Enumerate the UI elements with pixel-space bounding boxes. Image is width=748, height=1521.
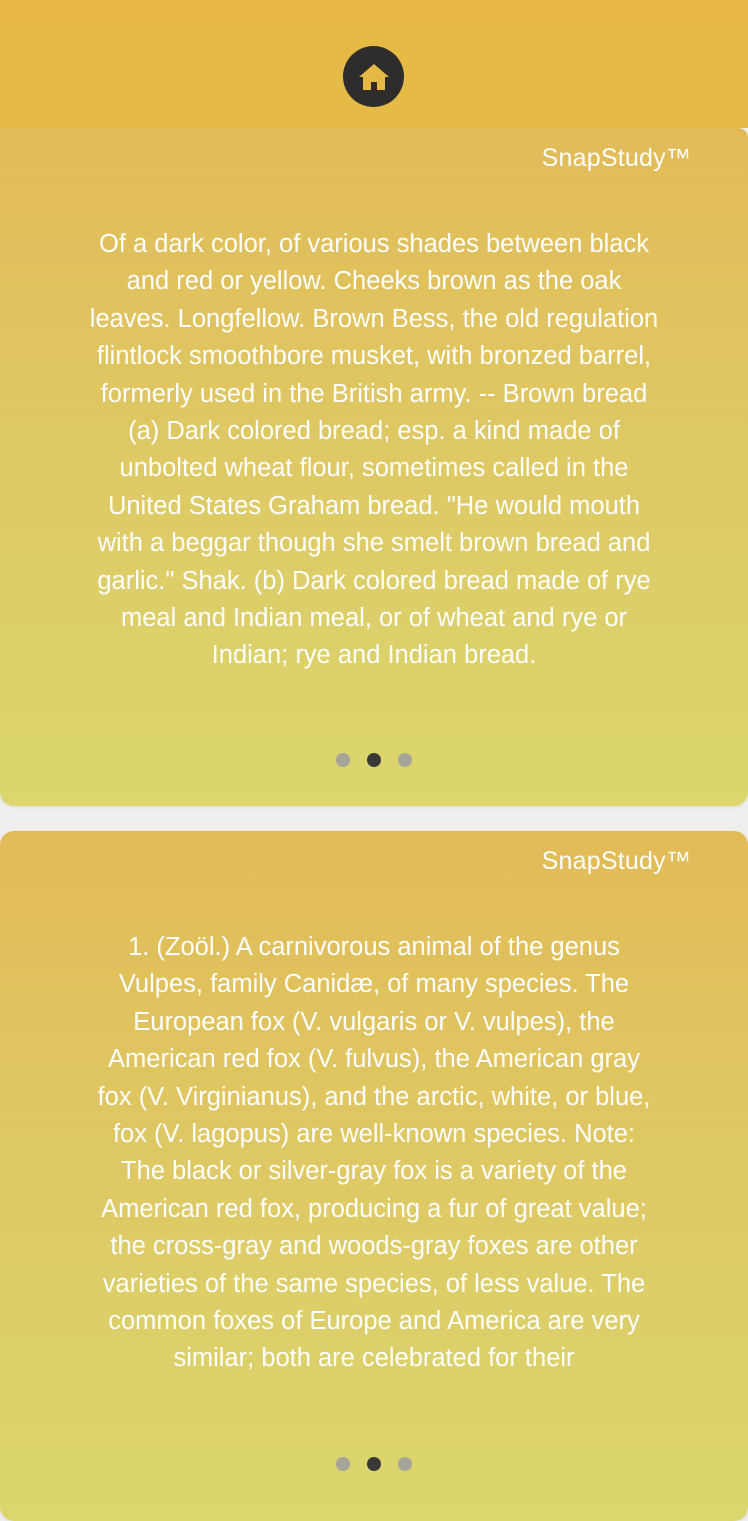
page-dot[interactable] — [398, 1457, 412, 1471]
page-dot[interactable] — [336, 1457, 350, 1471]
page-indicator — [0, 1457, 748, 1471]
study-card[interactable]: SnapStudy™ 1. (Zoöl.) A carnivorous anim… — [0, 831, 748, 1521]
study-card[interactable]: SnapStudy™ Of a dark color, of various s… — [0, 128, 748, 806]
card-definition-text: 1. (Zoöl.) A carnivorous animal of the g… — [97, 933, 651, 1373]
home-button[interactable] — [343, 46, 404, 107]
page-dot[interactable] — [398, 753, 412, 767]
page-dot-active[interactable] — [367, 753, 381, 767]
brand-label: SnapStudy™ — [541, 144, 691, 172]
page-indicator — [0, 753, 748, 767]
card-definition-text: Of a dark color, of various shades betwe… — [89, 230, 659, 670]
brand-label: SnapStudy™ — [541, 847, 691, 875]
app-header — [0, 0, 748, 128]
page-dot-active[interactable] — [367, 1457, 381, 1471]
home-icon — [358, 63, 389, 90]
page-dot[interactable] — [336, 753, 350, 767]
